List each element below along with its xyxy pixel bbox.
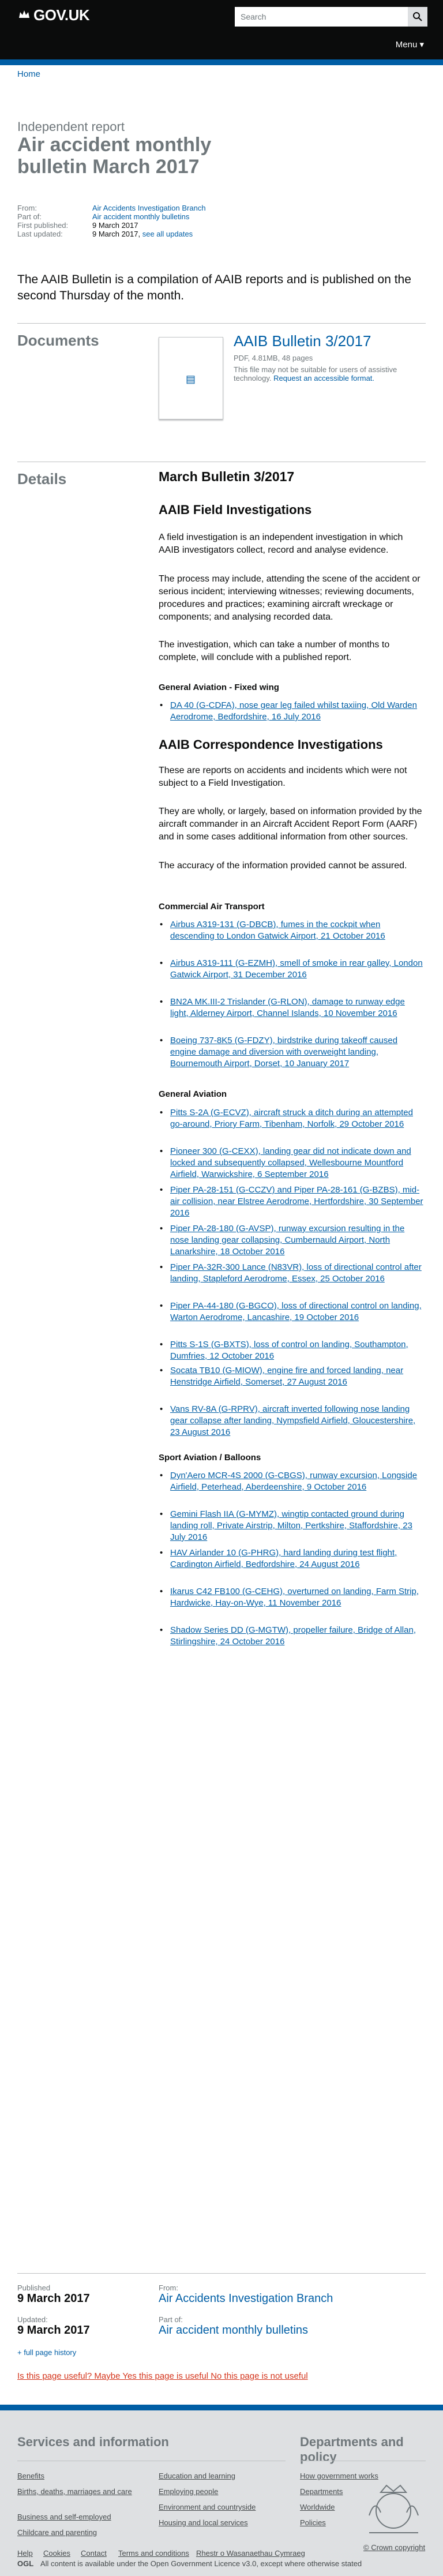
crown-copyright-link[interactable]: © Crown copyright [363, 2543, 425, 2552]
footer-link[interactable]: Housing and local services [159, 2518, 248, 2527]
meta-updated-label: Last updated: [17, 230, 63, 238]
site-header: GOV.UK Search [0, 0, 443, 33]
meta-part-link[interactable]: Air accident monthly bulletins [92, 212, 265, 221]
updated-label: Updated: [17, 2315, 48, 2324]
field-p2: The process may include, attending the s… [159, 574, 421, 622]
ga-fixed-heading: General Aviation - Fixed wing [159, 683, 279, 692]
part-link[interactable]: Air accident monthly bulletins [159, 2324, 308, 2337]
list-item[interactable]: Vans RV-8A (G-RPRV), aircraft inverted f… [160, 1404, 424, 1438]
list-item[interactable]: Socata TB10 (G-MIOW), engine fire and fo… [160, 1365, 424, 1388]
footer-link[interactable]: Childcare and parenting [17, 2528, 97, 2537]
footer-link[interactable]: Environment and countryside [159, 2503, 256, 2511]
footer-link[interactable]: How government works [300, 2472, 378, 2480]
meta-updated-value: 9 March 2017, see all updates [92, 230, 193, 238]
search-button[interactable] [408, 7, 427, 27]
field-heading: AAIB Field Investigations [159, 503, 312, 517]
list-item[interactable]: BN2A MK.III-2 Trislander (G-RLON), damag… [160, 996, 424, 1019]
menu-button[interactable]: Menu ▾ [396, 39, 424, 50]
corr-p1: These are reports on accidents and incid… [159, 766, 407, 788]
header-rule [0, 59, 443, 65]
attachment-note: This file may not be suitable for users … [234, 365, 397, 383]
bulletin-heading: March Bulletin 3/2017 [159, 469, 295, 484]
list-item[interactable]: Pioneer 300 (G-CEXX), landing gear did n… [160, 1146, 424, 1180]
document-icon: ▤ [186, 373, 196, 385]
published-label: Published [17, 2283, 51, 2292]
footer-link-help[interactable]: Help [17, 2549, 33, 2558]
footer-link[interactable]: Employing people [159, 2487, 218, 2496]
meta-published-value: 9 March 2017 [92, 221, 138, 230]
footer-link[interactable]: Benefits [17, 2472, 44, 2480]
field-p3: The investigation, which can take a numb… [159, 640, 390, 662]
footer-link-cookies[interactable]: Cookies [43, 2549, 70, 2558]
details-heading: Details [17, 470, 67, 488]
list-item[interactable]: Pitts S-2A (G-ECVZ), aircraft struck a d… [160, 1107, 424, 1130]
from-link[interactable]: Air Accidents Investigation Branch [159, 2292, 333, 2305]
corr-heading: AAIB Correspondence Investigations [159, 737, 383, 752]
crown-icon [19, 10, 29, 18]
see-updates-link[interactable]: see all updates [142, 230, 193, 238]
attachment-thumbnail[interactable]: ▤ [159, 337, 223, 419]
footer-link[interactable]: Worldwide [300, 2503, 335, 2511]
footer-link[interactable]: Departments [300, 2487, 343, 2496]
meta-from-label: From: [17, 204, 37, 212]
published-value: 9 March 2017 [17, 2292, 90, 2305]
corr-p2: They are wholly, or largely, based on in… [159, 807, 422, 842]
list-item[interactable]: Piper PA-28-151 (G-CCZV) and Piper PA-28… [160, 1184, 424, 1219]
list-item[interactable]: Piper PA-44-180 (G-BGCO), loss of direct… [160, 1300, 424, 1323]
menu-bar [0, 33, 443, 61]
govuk-logo[interactable]: GOV.UK [33, 6, 90, 24]
footer-link[interactable]: Education and learning [159, 2472, 235, 2480]
from-label: From: [159, 2283, 178, 2292]
footer-link[interactable]: Births, deaths, marriages and care [17, 2487, 144, 2496]
cat-heading: Commercial Air Transport [159, 902, 265, 912]
divider [17, 323, 426, 324]
documents-heading: Documents [17, 332, 99, 349]
attachment-link[interactable]: AAIB Bulletin 3/2017 [234, 332, 371, 350]
field-p1: A field investigation is an independent … [159, 533, 403, 555]
list-item[interactable]: Piper PA-28-180 (G-AVSP), runway excursi… [160, 1223, 424, 1258]
crown-copyright-crest-icon [369, 2484, 419, 2533]
attachment-meta: PDF, 4.81MB, 48 pages [234, 354, 313, 362]
corr-p3: The accuracy of the information provided… [159, 861, 407, 871]
footer-link[interactable]: Policies [300, 2518, 326, 2527]
ogl-logo: OGL [17, 2559, 34, 2568]
list-item[interactable]: DA 40 (G-CDFA), nose gear leg failed whi… [160, 700, 424, 723]
sport-heading: Sport Aviation / Balloons [159, 1453, 261, 1463]
footer-link-welsh[interactable]: Rhestr o Wasanaethau Cymraeg [196, 2549, 305, 2558]
footer-link[interactable]: Business and self-employed [17, 2513, 111, 2521]
search-icon [413, 12, 422, 21]
page-history-link[interactable]: + full page history [17, 2348, 76, 2357]
feedback-link[interactable]: Is this page useful? Maybe Yes this page… [17, 2371, 308, 2381]
meta-published-label: First published: [17, 221, 69, 230]
list-item[interactable]: Piper PA-32R-300 Lance (N83VR), loss of … [160, 1262, 424, 1285]
page-title: Air accident monthly bulletin March 2017 [17, 134, 212, 178]
list-item[interactable]: Shadow Series DD (G-MGTW), propeller fai… [160, 1625, 424, 1648]
list-item[interactable]: Dyn'Aero MCR-4S 2000 (G-CBGS), runway ex… [160, 1470, 424, 1493]
list-item[interactable]: Gemini Flash IIA (G-MYMZ), wingtip conta… [160, 1509, 424, 1543]
ga-heading: General Aviation [159, 1089, 227, 1099]
licence-text: All content is available under the Open … [40, 2559, 362, 2568]
footer-link-contact[interactable]: Contact [81, 2549, 107, 2558]
list-item[interactable]: Ikarus C42 FB100 (G-CEHG), overturned on… [160, 1586, 424, 1609]
breadcrumb-home[interactable]: Home [17, 69, 40, 79]
request-format-link[interactable]: Request an accessible format. [273, 374, 374, 383]
list-item[interactable]: Airbus A319-111 (G-EZMH), smell of smoke… [160, 958, 424, 981]
footer-link-terms[interactable]: Terms and conditions [118, 2549, 189, 2558]
list-item[interactable]: Pitts S-1S (G-BXTS), loss of control on … [160, 1339, 424, 1362]
divider [17, 2273, 426, 2274]
list-item[interactable]: Airbus A319-131 (G-DBCB), fumes in the c… [160, 919, 424, 942]
search-input[interactable]: Search [235, 7, 408, 27]
list-item[interactable]: Boeing 737-8K5 (G-FDZY), birdstrike duri… [160, 1035, 424, 1070]
lead-paragraph: The AAIB Bulletin is a compilation of AA… [17, 273, 411, 302]
meta-part-label: Part of: [17, 212, 42, 221]
updated-value: 9 March 2017 [17, 2324, 90, 2337]
part-label: Part of: [159, 2315, 183, 2324]
page-subtitle: Independent report [17, 119, 125, 134]
meta-from-link[interactable]: Air Accidents Investigation Branch [92, 204, 265, 212]
services-heading: Services and information [17, 2435, 169, 2449]
list-item[interactable]: HAV Airlander 10 (G-PHRG), hard landing … [160, 1547, 424, 1570]
